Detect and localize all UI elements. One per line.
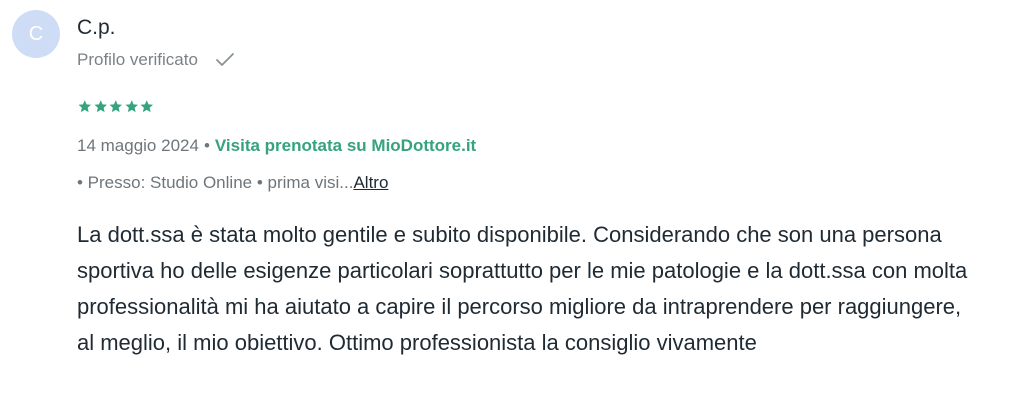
avatar: C <box>12 10 60 58</box>
check-icon <box>214 51 236 69</box>
review-body: La dott.ssa è stata molto gentile e subi… <box>77 222 968 355</box>
verified-label: Profilo verificato <box>77 50 198 69</box>
avatar-initial: C <box>28 22 44 45</box>
review-meta: 14 maggio 2024 • Visita prenotata su MioDo… <box>77 136 476 156</box>
star-icon <box>125 100 138 113</box>
star-icon <box>78 100 91 113</box>
review-card: C C.p. Profilo verificato 14 maggio 2024… <box>0 0 1014 400</box>
review-date: 14 maggio 2024 <box>77 136 199 155</box>
verified-profile-row: Profilo verificato <box>77 50 236 70</box>
visit-place-text: • Presso: Studio Online • prima visi... <box>77 173 354 192</box>
booking-note: Visita prenotata su MioDottore.it <box>214 136 477 155</box>
star-rating <box>77 99 155 114</box>
meta-separator: • <box>203 136 210 155</box>
visit-place-row: • Presso: Studio Online • prima visi...A… <box>77 173 388 193</box>
star-icon <box>94 100 107 113</box>
more-link[interactable]: Altro <box>353 173 388 192</box>
author-name: C.p. <box>77 16 116 39</box>
star-icon <box>109 100 122 113</box>
star-icon <box>140 100 153 113</box>
